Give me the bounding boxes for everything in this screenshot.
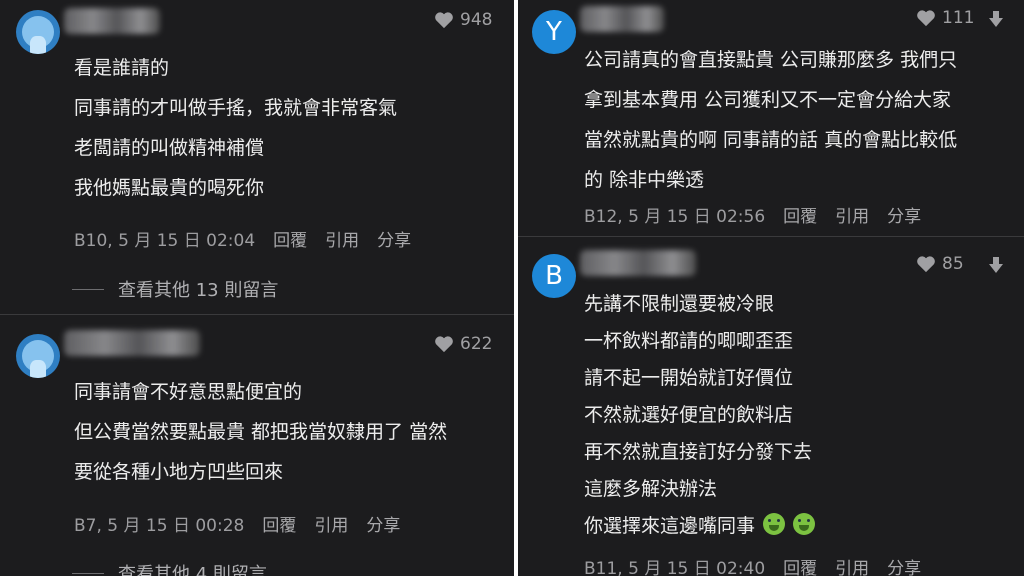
comment-line: 看是誰請的	[74, 57, 170, 79]
floor-timestamp: B12, 5 月 15 日 02:56	[584, 207, 766, 227]
quote-button[interactable]: 引用	[835, 202, 869, 227]
share-button[interactable]: 分享	[366, 511, 400, 536]
down-arrow-icon[interactable]	[988, 10, 1004, 28]
like-count: 622	[460, 334, 493, 354]
like-button[interactable]: 948	[434, 10, 492, 30]
avatar[interactable]	[16, 10, 60, 54]
comment-line: 拿到基本費用 公司獲利又不一定會分給大家	[584, 89, 952, 111]
comment-line: 同事請會不好意思點便宜的	[74, 381, 303, 403]
share-button[interactable]: 分享	[887, 202, 921, 227]
comment-line: 不然就選好便宜的飲料店	[584, 404, 794, 426]
right-comment-panel: Y 111 公司請真的會直接點貴 公司賺那麼多 我們只 拿到基本費用 公司獲利又…	[518, 0, 1024, 576]
nauseated-face-emoji	[763, 513, 786, 535]
like-count: 85	[942, 254, 964, 274]
share-button[interactable]: 分享	[377, 226, 411, 251]
reply-button[interactable]: 回覆	[783, 554, 817, 576]
comment-line: 這麼多解決辦法	[584, 478, 718, 500]
quote-button[interactable]: 引用	[314, 511, 348, 536]
like-count: 948	[460, 10, 493, 30]
comment-line: 再不然就直接訂好分發下去	[584, 441, 813, 463]
floor-timestamp: B11, 5 月 15 日 02:40	[584, 559, 766, 576]
avatar[interactable]: Y	[532, 10, 576, 54]
heart-icon	[435, 336, 453, 353]
view-more-replies[interactable]: 查看其他 4 則留言	[72, 560, 267, 576]
username-blurred[interactable]	[580, 6, 664, 32]
avatar[interactable]: B	[532, 254, 576, 298]
comment-line: 的 除非中樂透	[584, 169, 705, 191]
divider-dash	[72, 288, 104, 290]
reply-button[interactable]: 回覆	[262, 511, 296, 536]
comment-meta: B12, 5 月 15 日 02:56 回覆 引用 分享	[584, 202, 921, 227]
comment-meta: B7, 5 月 15 日 00:28 回覆 引用 分享	[74, 511, 400, 536]
like-button[interactable]: 622	[434, 334, 492, 354]
view-more-replies[interactable]: 查看其他 13 則留言	[72, 276, 278, 302]
comment-body: 先講不限制還要被冷眼 一杯飲料都請的唧唧歪歪 請不起一開始就訂好價位 不然就選好…	[584, 286, 816, 545]
comment-line-with-emoji: 你選擇來這邊嘴同事	[584, 508, 816, 545]
comment-divider	[518, 236, 1024, 237]
comment-b11: B 85 先講不限制還要被冷眼 一杯飲料都請的唧唧歪歪 請不起一開始就訂好價位 …	[518, 240, 1024, 576]
comment-meta: B10, 5 月 15 日 02:04 回覆 引用 分享	[74, 226, 411, 251]
quote-button[interactable]: 引用	[835, 554, 869, 576]
comment-b10: 948 看是誰請的 同事請的才叫做手搖，我就會非常客氣 老闆請的叫做精神補償 我…	[0, 0, 514, 310]
comment-b12: Y 111 公司請真的會直接點貴 公司賺那麼多 我們只 拿到基本費用 公司獲利又…	[518, 0, 1024, 232]
heart-icon	[917, 10, 935, 27]
comment-line: 公司請真的會直接點貴 公司賺那麼多 我們只	[584, 49, 958, 71]
comment-line: 我他媽點最貴的喝死你	[74, 177, 265, 199]
comment-body: 同事請會不好意思點便宜的 但公費當然要點最貴 都把我當奴隸用了 當然 要從各種小…	[74, 372, 447, 492]
comment-body: 看是誰請的 同事請的才叫做手搖，我就會非常客氣 老闆請的叫做精神補償 我他媽點最…	[74, 48, 397, 208]
comment-line: 你選擇來這邊嘴同事	[584, 515, 756, 537]
username-blurred[interactable]	[64, 330, 200, 356]
avatar[interactable]	[16, 334, 60, 378]
reply-button[interactable]: 回覆	[783, 202, 817, 227]
username-blurred[interactable]	[64, 8, 160, 34]
quote-button[interactable]: 引用	[325, 226, 359, 251]
floor-timestamp: B7, 5 月 15 日 00:28	[74, 516, 245, 536]
like-button[interactable]: 85	[916, 254, 964, 274]
floor-timestamp: B10, 5 月 15 日 02:04	[74, 231, 256, 251]
comment-b7: 622 同事請會不好意思點便宜的 但公費當然要點最貴 都把我當奴隸用了 當然 要…	[0, 318, 514, 576]
comment-meta: B11, 5 月 15 日 02:40 回覆 引用 分享	[584, 554, 921, 576]
heart-icon	[917, 256, 935, 273]
comment-line: 一杯飲料都請的唧唧歪歪	[584, 330, 794, 352]
comment-line: 請不起一開始就訂好價位	[584, 367, 794, 389]
heart-icon	[435, 12, 453, 29]
comment-line: 同事請的才叫做手搖，我就會非常客氣	[74, 97, 398, 119]
comment-divider	[0, 314, 514, 315]
comment-line: 但公費當然要點最貴 都把我當奴隸用了 當然	[74, 421, 448, 443]
comment-line: 要從各種小地方凹些回來	[74, 461, 284, 483]
comment-body: 公司請真的會直接點貴 公司賺那麼多 我們只 拿到基本費用 公司獲利又不一定會分給…	[584, 40, 957, 200]
comment-line: 先講不限制還要被冷眼	[584, 293, 775, 315]
left-comment-panel: 948 看是誰請的 同事請的才叫做手搖，我就會非常客氣 老闆請的叫做精神補償 我…	[0, 0, 514, 576]
reply-button[interactable]: 回覆	[273, 226, 307, 251]
nauseated-face-emoji	[793, 513, 816, 535]
share-button[interactable]: 分享	[887, 554, 921, 576]
down-arrow-icon[interactable]	[988, 256, 1004, 274]
view-more-label: 查看其他 4 則留言	[118, 564, 267, 576]
comment-line: 當然就點貴的啊 同事請的話 真的會點比較低	[584, 129, 958, 151]
comment-line: 老闆請的叫做精神補償	[74, 137, 265, 159]
view-more-label: 查看其他 13 則留言	[118, 280, 279, 301]
like-button[interactable]: 111	[916, 8, 974, 28]
like-count: 111	[942, 8, 975, 28]
username-blurred[interactable]	[580, 250, 696, 276]
divider-dash	[72, 572, 104, 574]
